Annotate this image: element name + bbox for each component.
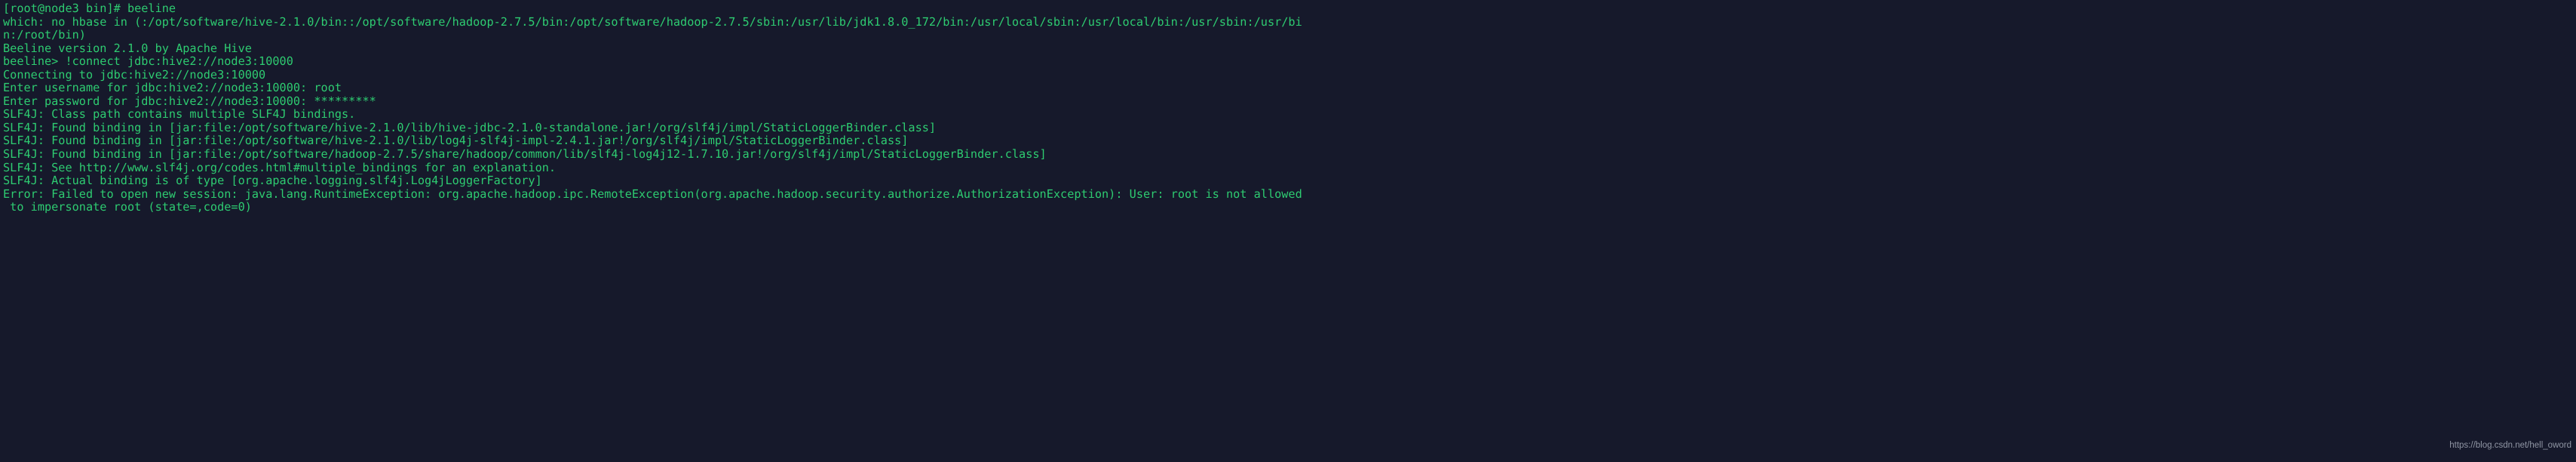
terminal-line-3: n:/root/bin) — [3, 28, 86, 42]
terminal-line-12: SLF4J: Found binding in [jar:file:/opt/s… — [3, 147, 1047, 162]
terminal-line-2: which: no hbase in (:/opt/software/hive-… — [3, 14, 1302, 29]
terminal-line-1: [root@node3 bin]# beeline — [3, 2, 176, 15]
terminal-line-15: Error: Failed to open new session: java.… — [3, 186, 1302, 201]
terminal-line-10: SLF4J: Found binding in [jar:file:/opt/s… — [3, 120, 937, 134]
terminal-line-4: Beeline version 2.1.0 by Apache Hive — [3, 41, 252, 55]
terminal-line-7: Enter username for jdbc:hive2://node3:10… — [3, 81, 342, 95]
terminal-line-13: SLF4J: See http://www.slf4j.org/codes.ht… — [3, 160, 557, 174]
terminal-line-14: SLF4J: Actual binding is of type [org.ap… — [3, 174, 542, 188]
terminal-line-16: to impersonate root (state=,code=0) — [3, 200, 252, 214]
terminal-line-11: SLF4J: Found binding in [jar:file:/opt/s… — [3, 134, 909, 148]
watermark: https://blog.csdn.net/hell_oword — [2449, 441, 2571, 450]
terminal-line-8: Enter password for jdbc:hive2://node3:10… — [3, 94, 376, 108]
terminal-output: [root@node3 bin]# beeline which: no hbas… — [3, 2, 2576, 214]
terminal-line-5: beeline> !connect jdbc:hive2://node3:100… — [3, 54, 293, 69]
terminal-line-9: SLF4J: Class path contains multiple SLF4… — [3, 107, 356, 122]
terminal-window[interactable]: [root@node3 bin]# beeline which: no hbas… — [0, 0, 2576, 462]
terminal-line-6: Connecting to jdbc:hive2://node3:10000 — [3, 67, 266, 82]
